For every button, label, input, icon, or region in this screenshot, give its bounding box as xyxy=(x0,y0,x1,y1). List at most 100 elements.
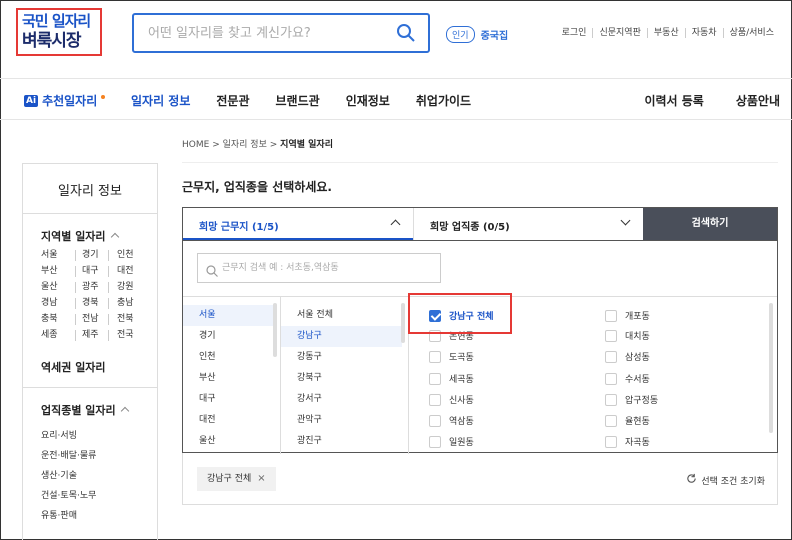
dong-checkbox[interactable]: 세곡동 xyxy=(429,372,474,385)
district-item-gangnam[interactable]: 강남구 xyxy=(281,326,402,347)
city-item[interactable]: 인천 xyxy=(183,347,280,368)
city-item[interactable]: 대전 xyxy=(183,410,280,431)
district-item[interactable]: 서울 전체 xyxy=(281,305,408,326)
region-link[interactable]: 광주 xyxy=(75,282,109,293)
dong-label: 삼성동 xyxy=(625,353,650,363)
chevron-up-icon xyxy=(390,219,401,230)
nav-right: 이력서 등록 상품안내 xyxy=(644,92,780,109)
scrollbar[interactable] xyxy=(273,303,277,357)
region-link[interactable]: 제주 xyxy=(75,330,109,341)
region-link[interactable]: 충북 xyxy=(41,314,75,325)
job-category-link[interactable]: 운전·배달·물류 xyxy=(41,446,157,466)
job-category-link[interactable]: 생산·기술 xyxy=(41,466,157,486)
region-link[interactable]: 강원 xyxy=(109,282,143,293)
region-link[interactable]: 전북 xyxy=(109,314,143,325)
crumb-current: 지역별 일자리 xyxy=(280,140,333,150)
nav-resume-register[interactable]: 이력서 등록 xyxy=(644,92,703,109)
city-item-seoul[interactable]: 서울 xyxy=(183,305,274,326)
crumb-jobs[interactable]: 일자리 정보 xyxy=(223,140,267,150)
region-link[interactable]: 전국 xyxy=(109,330,143,341)
dong-checkbox[interactable]: 압구정동 xyxy=(605,393,658,406)
util-car[interactable]: 자동차 xyxy=(684,28,723,38)
util-login[interactable]: 로그인 xyxy=(556,28,593,38)
dong-checkbox[interactable]: 신사동 xyxy=(429,393,474,406)
search-button[interactable]: 검색하기 xyxy=(643,208,777,240)
sidebar-job-header[interactable]: 업직종별 일자리 xyxy=(23,388,157,418)
nav-item-talent[interactable]: 인재정보 xyxy=(346,92,390,109)
tab-location[interactable]: 희망 근무지 (1/5) xyxy=(183,208,413,240)
dong-checkbox[interactable]: 역삼동 xyxy=(429,414,474,427)
nav-item-jobs[interactable]: 일자리 정보 xyxy=(131,92,190,109)
reset-button[interactable]: 선택 조건 초기화 xyxy=(686,473,765,487)
district-item[interactable]: 관악구 xyxy=(281,410,408,431)
dong-checkbox[interactable]: 개포동 xyxy=(605,309,650,322)
region-link[interactable]: 서울 xyxy=(41,250,75,261)
region-link[interactable]: 인천 xyxy=(109,250,143,261)
checkbox-icon xyxy=(429,350,441,363)
city-item[interactable]: 부산 xyxy=(183,368,280,389)
dong-checkbox[interactable]: 자곡동 xyxy=(605,435,650,448)
site-logo[interactable]: 국민 일자리 벼룩시장 xyxy=(16,8,102,56)
refresh-icon xyxy=(686,473,697,487)
city-item[interactable]: 울산 xyxy=(183,431,280,452)
checkbox-icon xyxy=(605,393,617,406)
district-item[interactable]: 강북구 xyxy=(281,368,408,389)
sidebar-station-link[interactable]: 역세권 일자리 xyxy=(23,341,157,375)
util-products[interactable]: 상품/서비스 xyxy=(722,28,780,38)
dong-checkbox[interactable]: 도곡동 xyxy=(429,350,474,363)
region-link[interactable]: 전남 xyxy=(75,314,109,325)
dong-checkbox[interactable]: 일원동 xyxy=(429,435,474,448)
region-link[interactable]: 경기 xyxy=(75,250,109,261)
nav-item-specialty[interactable]: 전문관 xyxy=(216,92,249,109)
selected-chip[interactable]: 강남구 전체 × xyxy=(197,467,276,491)
util-newspaper[interactable]: 신문지역판 xyxy=(592,28,646,38)
tab-job-type[interactable]: 희망 업직종 (0/5) xyxy=(413,208,643,240)
dong-checkbox[interactable]: 대치동 xyxy=(605,329,650,342)
region-search-box xyxy=(197,253,441,283)
util-realestate[interactable]: 부동산 xyxy=(646,28,685,38)
close-icon[interactable]: × xyxy=(257,473,265,484)
dong-label: 율현동 xyxy=(625,417,650,427)
scrollbar[interactable] xyxy=(401,303,405,343)
region-link[interactable]: 울산 xyxy=(41,282,75,293)
job-category-link[interactable]: 유통·판매 xyxy=(41,506,157,526)
dong-checkbox[interactable]: 삼성동 xyxy=(605,350,650,363)
filter-tabs: 희망 근무지 (1/5) 희망 업직종 (0/5) 검색하기 xyxy=(182,207,778,241)
city-item[interactable]: 경기 xyxy=(183,326,280,347)
dong-label: 압구정동 xyxy=(625,396,659,406)
highlight-annotation xyxy=(408,293,512,334)
region-link[interactable]: 대구 xyxy=(75,266,109,277)
region-search-input[interactable] xyxy=(222,254,434,282)
scrollbar[interactable] xyxy=(769,303,773,433)
region-link[interactable]: 부산 xyxy=(41,266,75,277)
nav-item-guide[interactable]: 취업가이드 xyxy=(416,92,471,109)
dong-label: 세곡동 xyxy=(449,375,474,385)
sidebar-region-header[interactable]: 지역별 일자리 xyxy=(23,214,157,244)
job-category-link[interactable]: 요리·서빙 xyxy=(41,426,157,446)
job-category-link[interactable]: 건설·토목·노무 xyxy=(41,486,157,506)
search-icon[interactable] xyxy=(396,23,416,47)
region-link[interactable]: 경남 xyxy=(41,298,75,309)
district-item[interactable]: 강동구 xyxy=(281,347,408,368)
dong-checkbox[interactable]: 수서동 xyxy=(605,372,650,385)
region-link[interactable]: 세종 xyxy=(41,330,75,341)
main-search-input[interactable] xyxy=(134,15,384,51)
district-item[interactable]: 광진구 xyxy=(281,431,408,452)
popular-keyword-link[interactable]: 중국집 xyxy=(481,27,509,42)
nav-item-brand[interactable]: 브랜드관 xyxy=(276,92,320,109)
checkbox-icon xyxy=(429,435,441,448)
nav-ai-recommend[interactable]: Ai 추천일자리 xyxy=(24,92,106,109)
chevron-down-icon xyxy=(620,215,631,226)
nav-product-info[interactable]: 상품안내 xyxy=(736,92,780,109)
sidebar: 일자리 정보 지역별 일자리 서울 경기 인천 부산 대구 대전 울산 광주 강… xyxy=(22,163,158,540)
city-item[interactable]: 대구 xyxy=(183,389,280,410)
crumb-home[interactable]: HOME xyxy=(182,140,209,150)
region-link[interactable]: 대전 xyxy=(109,266,143,277)
dong-checkbox[interactable]: 율현동 xyxy=(605,414,650,427)
region-link[interactable]: 충남 xyxy=(109,298,143,309)
crumb-sep: > xyxy=(212,140,220,150)
breadcrumb: HOME > 일자리 정보 > 지역별 일자리 xyxy=(182,137,333,150)
dong-label: 도곡동 xyxy=(449,353,474,363)
district-item[interactable]: 강서구 xyxy=(281,389,408,410)
region-link[interactable]: 경북 xyxy=(75,298,109,309)
